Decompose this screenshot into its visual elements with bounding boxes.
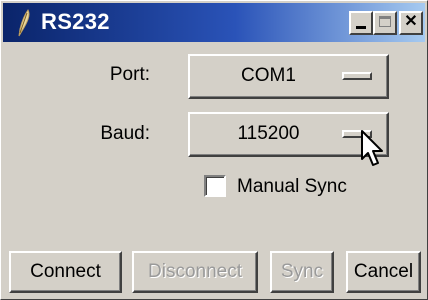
connect-button[interactable]: Connect: [9, 251, 122, 293]
port-value: COM1: [241, 65, 296, 86]
mouse-cursor-icon: [361, 130, 383, 166]
minimize-button[interactable]: [349, 11, 373, 35]
minimize-icon: [356, 26, 366, 29]
title-bar[interactable]: RS232 ✕: [3, 3, 425, 42]
rs232-window: RS232 ✕ Port: COM1 Baud: 115200 Manual S…: [0, 0, 428, 300]
baud-label: Baud:: [100, 123, 150, 144]
cancel-button[interactable]: Cancel: [346, 251, 421, 293]
window-title: RS232: [41, 9, 110, 34]
sync-button[interactable]: Sync: [270, 251, 334, 293]
feather-icon: [18, 9, 30, 37]
close-button[interactable]: ✕: [399, 11, 423, 35]
manual-sync-checkbox[interactable]: [204, 175, 226, 197]
maximize-button[interactable]: [373, 11, 397, 35]
disconnect-button[interactable]: Disconnect: [132, 251, 258, 293]
close-icon: ✕: [404, 13, 418, 30]
port-label: Port:: [109, 64, 150, 85]
option-indicator-icon: [342, 72, 372, 80]
manual-sync-label[interactable]: Manual Sync: [237, 176, 347, 198]
baud-value: 115200: [237, 123, 300, 144]
port-select[interactable]: COM1: [188, 54, 389, 99]
maximize-icon: [379, 16, 391, 27]
